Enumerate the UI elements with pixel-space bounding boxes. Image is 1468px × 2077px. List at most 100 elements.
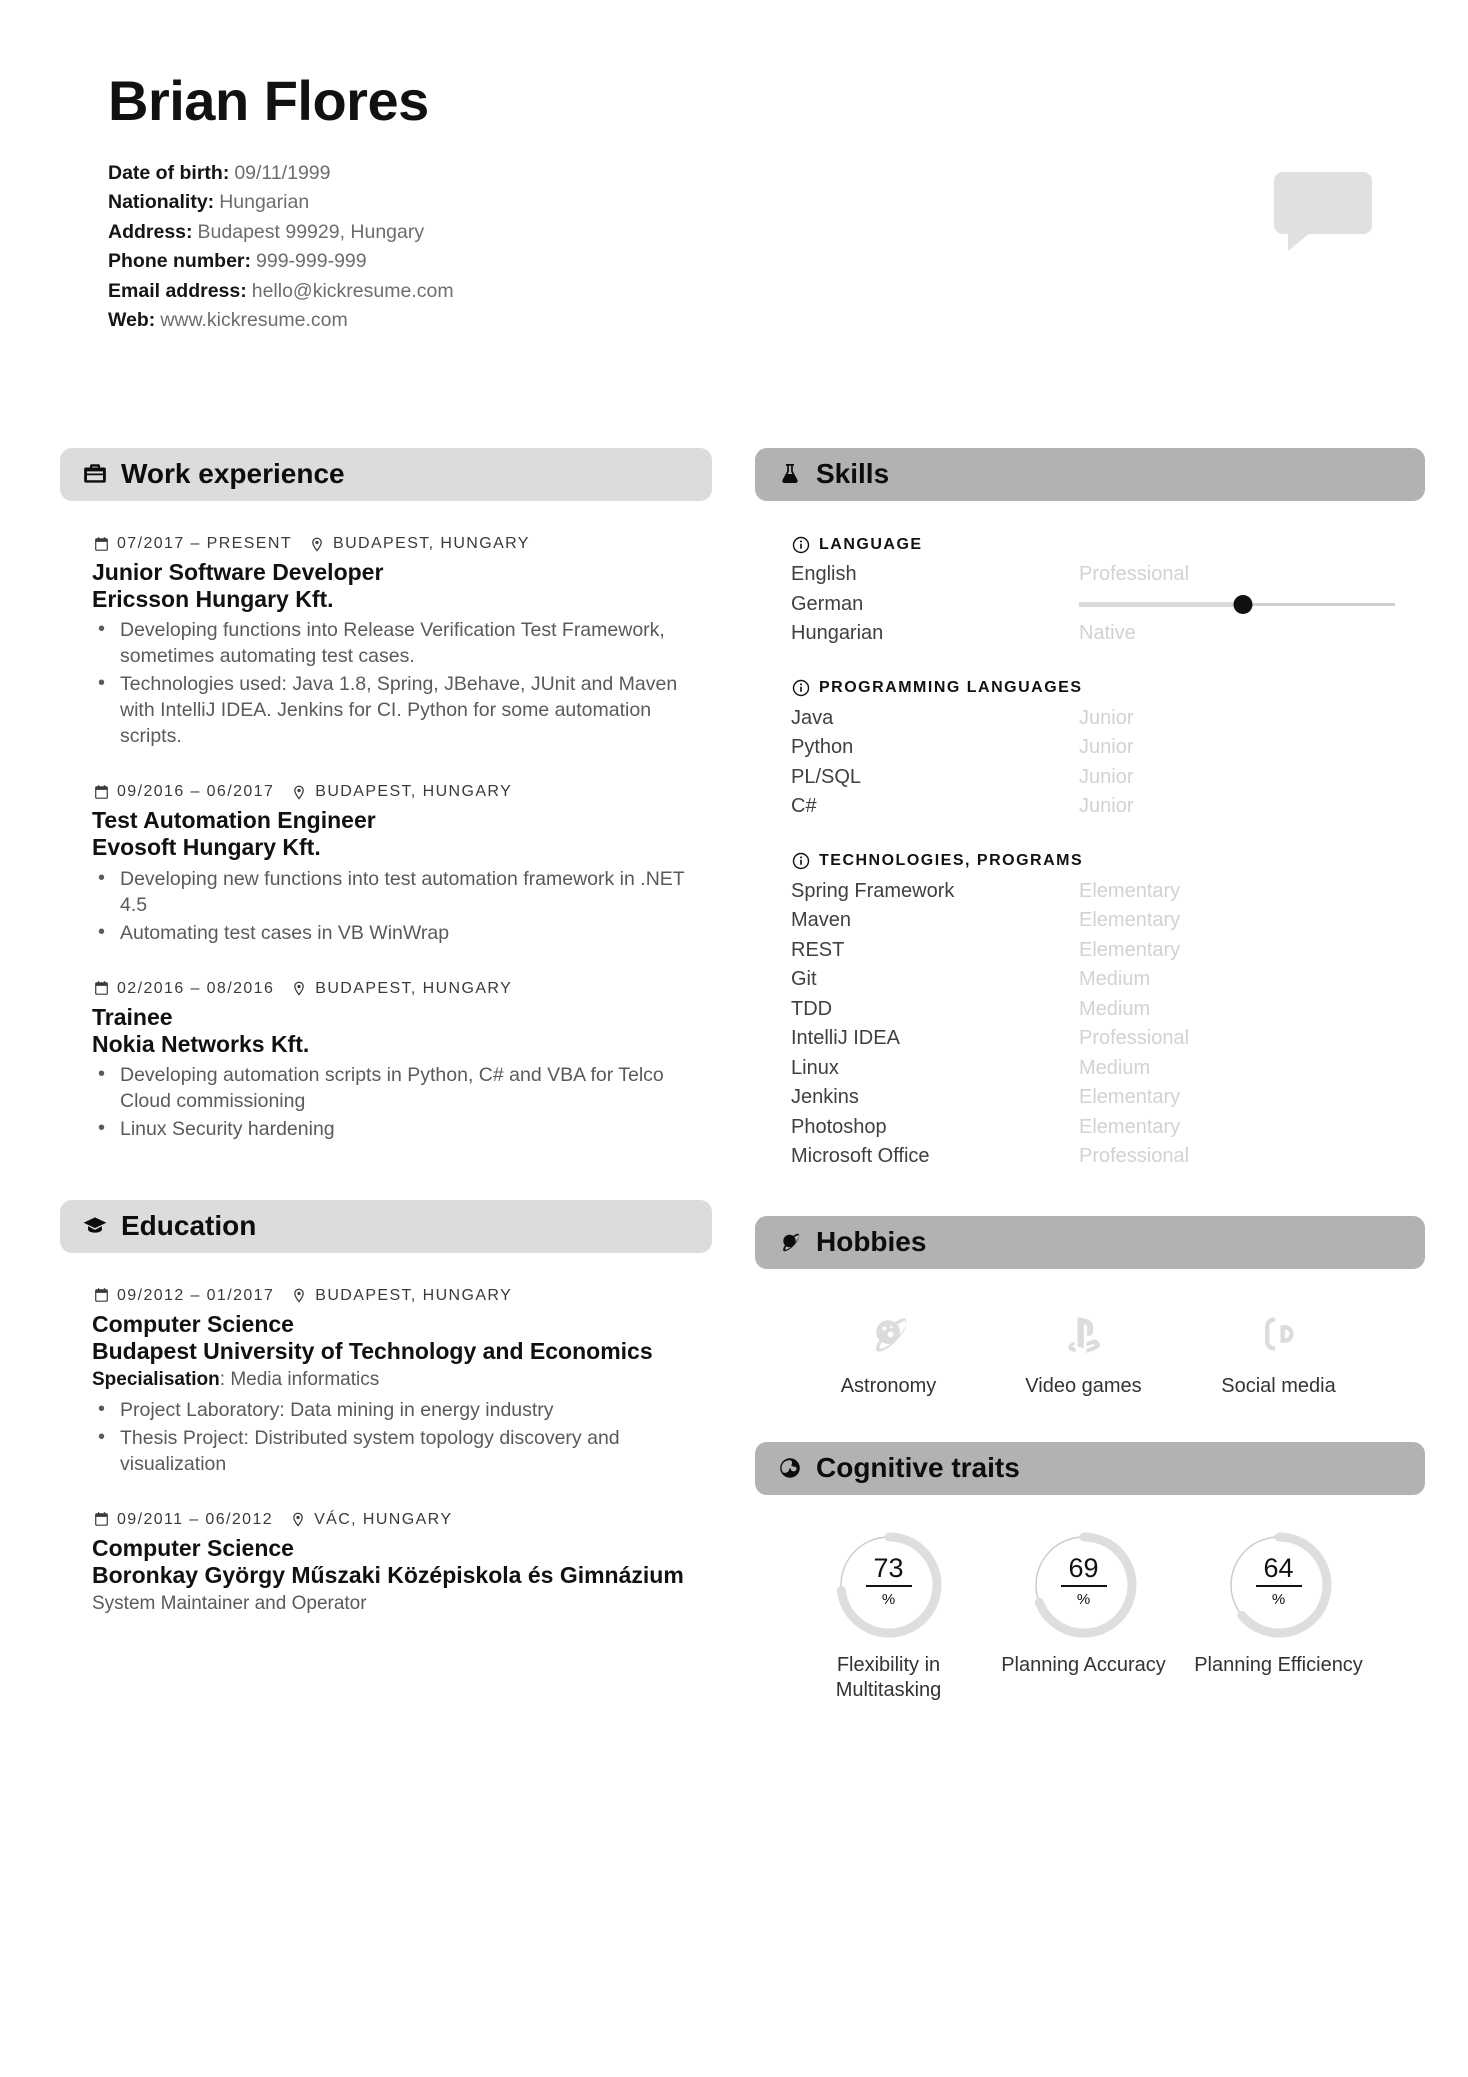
trait-gauge: 69% bbox=[1028, 1529, 1140, 1641]
contact-line: Web: www.kickresume.com bbox=[108, 306, 1378, 336]
skill-level-slider[interactable] bbox=[1079, 590, 1395, 619]
skill-level: Junior bbox=[1079, 706, 1134, 729]
skill-row: TDD Medium bbox=[791, 995, 1395, 1025]
hobby-label: Astronomy bbox=[840, 1374, 937, 1397]
entry-specialisation: Specialisation: Media informatics bbox=[92, 1368, 685, 1393]
hobby-label: Social media bbox=[1221, 1374, 1336, 1397]
skill-name: Hungarian bbox=[791, 622, 884, 644]
graduation-cap-icon bbox=[82, 1213, 108, 1239]
contact-value: www.kickresume.com bbox=[160, 309, 348, 332]
hobby-item: Astronomy bbox=[791, 1303, 986, 1398]
skill-name: Spring Framework bbox=[791, 879, 955, 902]
trait-unit: % bbox=[1271, 1590, 1286, 1608]
contact-line: Date of birth: 09/11/1999 bbox=[108, 159, 1378, 189]
trait-value-block: 64% bbox=[1223, 1554, 1335, 1608]
contact-label: Web: bbox=[108, 309, 156, 332]
skill-level: Medium bbox=[1079, 968, 1151, 990]
entry-bullet: Project Laboratory: Data mining in energ… bbox=[92, 1396, 685, 1423]
entry-bullet: Developing automation scripts in Python,… bbox=[92, 1061, 685, 1114]
contact-label: Nationality: bbox=[108, 191, 215, 214]
contact-value: 09/11/1999 bbox=[234, 161, 331, 184]
entry-title: Test Automation Engineer bbox=[92, 807, 376, 834]
location-pin-icon bbox=[308, 535, 326, 553]
entry-dates: 09/2011 – 06/2012 bbox=[117, 1510, 274, 1528]
skills-section: Skills LANGUAGE English Professional German… bbox=[755, 448, 1425, 1172]
work-experience-title: Work experience bbox=[121, 458, 345, 489]
work-experience-section: Work experience 07/2017 – PRESENT BUDAPES… bbox=[60, 448, 712, 1142]
skill-name: Linux bbox=[791, 1056, 839, 1079]
right-column: Skills LANGUAGE English Professional German… bbox=[755, 448, 1425, 1703]
trait-gauge: 73% bbox=[833, 1529, 945, 1641]
skill-name: English bbox=[791, 563, 857, 585]
skill-level: Professional bbox=[1079, 1145, 1190, 1167]
skill-group-name: LANGUAGE bbox=[819, 535, 923, 553]
entry-bullet: Automating test cases in VB WinWrap bbox=[92, 919, 685, 946]
skill-group-name: PROGRAMMING LANGUAGES bbox=[819, 679, 1083, 696]
slider-handle[interactable] bbox=[1233, 594, 1253, 614]
skill-row: Photoshop Elementary bbox=[791, 1113, 1395, 1143]
briefcase-icon bbox=[82, 461, 108, 487]
entry-title: Trainee bbox=[92, 1003, 173, 1030]
work-experience-header: Work experience bbox=[60, 448, 712, 501]
left-column: Work experience 07/2017 – PRESENT BUDAPES… bbox=[60, 448, 712, 1617]
trait-value: 73 bbox=[865, 1554, 912, 1587]
info-icon bbox=[791, 679, 810, 698]
entry-title: Computer Science bbox=[92, 1310, 294, 1337]
entry-location: BUDAPEST, HUNGARY bbox=[315, 1286, 513, 1304]
entry-location: BUDAPEST, HUNGARY bbox=[315, 783, 513, 801]
hobbies-list: Astronomy Video games Social media bbox=[791, 1303, 1395, 1398]
skill-name: C# bbox=[791, 795, 817, 817]
entry-organization: Budapest University of Technology and Ec… bbox=[92, 1337, 653, 1364]
cognitive-trait: 69% Planning Accuracy bbox=[986, 1529, 1181, 1703]
education-title: Education bbox=[121, 1209, 257, 1241]
specialisation-label: Specialisation bbox=[92, 1369, 220, 1390]
skill-row: Java Junior bbox=[791, 704, 1395, 734]
skill-row: Jenkins Elementary bbox=[791, 1083, 1395, 1113]
resume-header: Brian Flores Date of birth: 09/11/1999 Nat… bbox=[108, 69, 1378, 336]
contact-value: Hungarian bbox=[219, 191, 310, 214]
contact-value: Budapest 99929, Hungary bbox=[197, 220, 425, 243]
location-pin-icon bbox=[289, 1511, 307, 1529]
brain-icon bbox=[777, 1455, 803, 1481]
skill-name: REST bbox=[791, 938, 845, 961]
page-title: Brian Flores bbox=[108, 69, 429, 132]
skill-row: PL/SQL Junior bbox=[791, 763, 1395, 793]
entry-location: BUDAPEST, HUNGARY bbox=[315, 979, 513, 997]
trait-label: Planning Accuracy bbox=[1001, 1653, 1166, 1676]
entry-dates: 09/2012 – 01/2017 bbox=[117, 1286, 275, 1304]
planet-icon bbox=[791, 1303, 986, 1365]
trait-value: 64 bbox=[1255, 1554, 1302, 1587]
skill-row: Hungarian Native bbox=[791, 619, 1395, 649]
skill-name: Git bbox=[791, 968, 817, 990]
skill-row: REST Elementary bbox=[791, 936, 1395, 966]
skill-level: Elementary bbox=[1079, 909, 1181, 931]
entry-dates: 02/2016 – 08/2016 bbox=[117, 979, 275, 997]
entry-bullet: Developing new functions into test autom… bbox=[92, 865, 685, 918]
skill-level: Professional bbox=[1079, 563, 1190, 585]
education-section: Education 09/2012 – 01/2017 BUDAPEST, HUN… bbox=[60, 1199, 712, 1617]
cognitive-traits-section: Cognitive traits 73% Flexibility in Multi… bbox=[755, 1441, 1425, 1703]
skill-name: German bbox=[791, 592, 864, 615]
calendar-icon bbox=[92, 1511, 110, 1529]
skill-group-header: LANGUAGE bbox=[791, 535, 1395, 554]
skill-row: Maven Elementary bbox=[791, 906, 1395, 936]
skill-name: PL/SQL bbox=[791, 765, 862, 788]
experience-entry: 07/2017 – PRESENT BUDAPEST, HUNGARY Junior… bbox=[92, 535, 685, 749]
trait-label: Flexibility in Multitasking bbox=[835, 1653, 942, 1701]
entry-location: BUDAPEST, HUNGARY bbox=[333, 535, 530, 552]
trait-value-block: 73% bbox=[833, 1554, 945, 1608]
skill-row: C# Junior bbox=[791, 792, 1395, 822]
entry-bullet-list: Developing automation scripts in Python,… bbox=[92, 1061, 685, 1142]
education-header: Education bbox=[60, 1199, 712, 1253]
cognitive-trait: 64% Planning Efficiency bbox=[1181, 1529, 1376, 1703]
skill-row: Linux Medium bbox=[791, 1054, 1395, 1084]
skill-level: Professional bbox=[1079, 1027, 1190, 1049]
cognitive-traits-header: Cognitive traits bbox=[755, 1441, 1425, 1495]
experience-entry: 09/2011 – 06/2012 VÁC, HUNGARY Computer Sc… bbox=[92, 1511, 685, 1617]
entry-organization: Evosoft Hungary Kft. bbox=[92, 834, 321, 861]
skill-level: Native bbox=[1079, 622, 1136, 644]
hobbies-section: Hobbies Astronomy Video games Social media bbox=[755, 1215, 1425, 1398]
resume-page: Brian Flores Date of birth: 09/11/1999 Nat… bbox=[0, 0, 1468, 2077]
contact-label: Phone number: bbox=[108, 250, 252, 273]
skill-name: Python bbox=[791, 736, 854, 758]
